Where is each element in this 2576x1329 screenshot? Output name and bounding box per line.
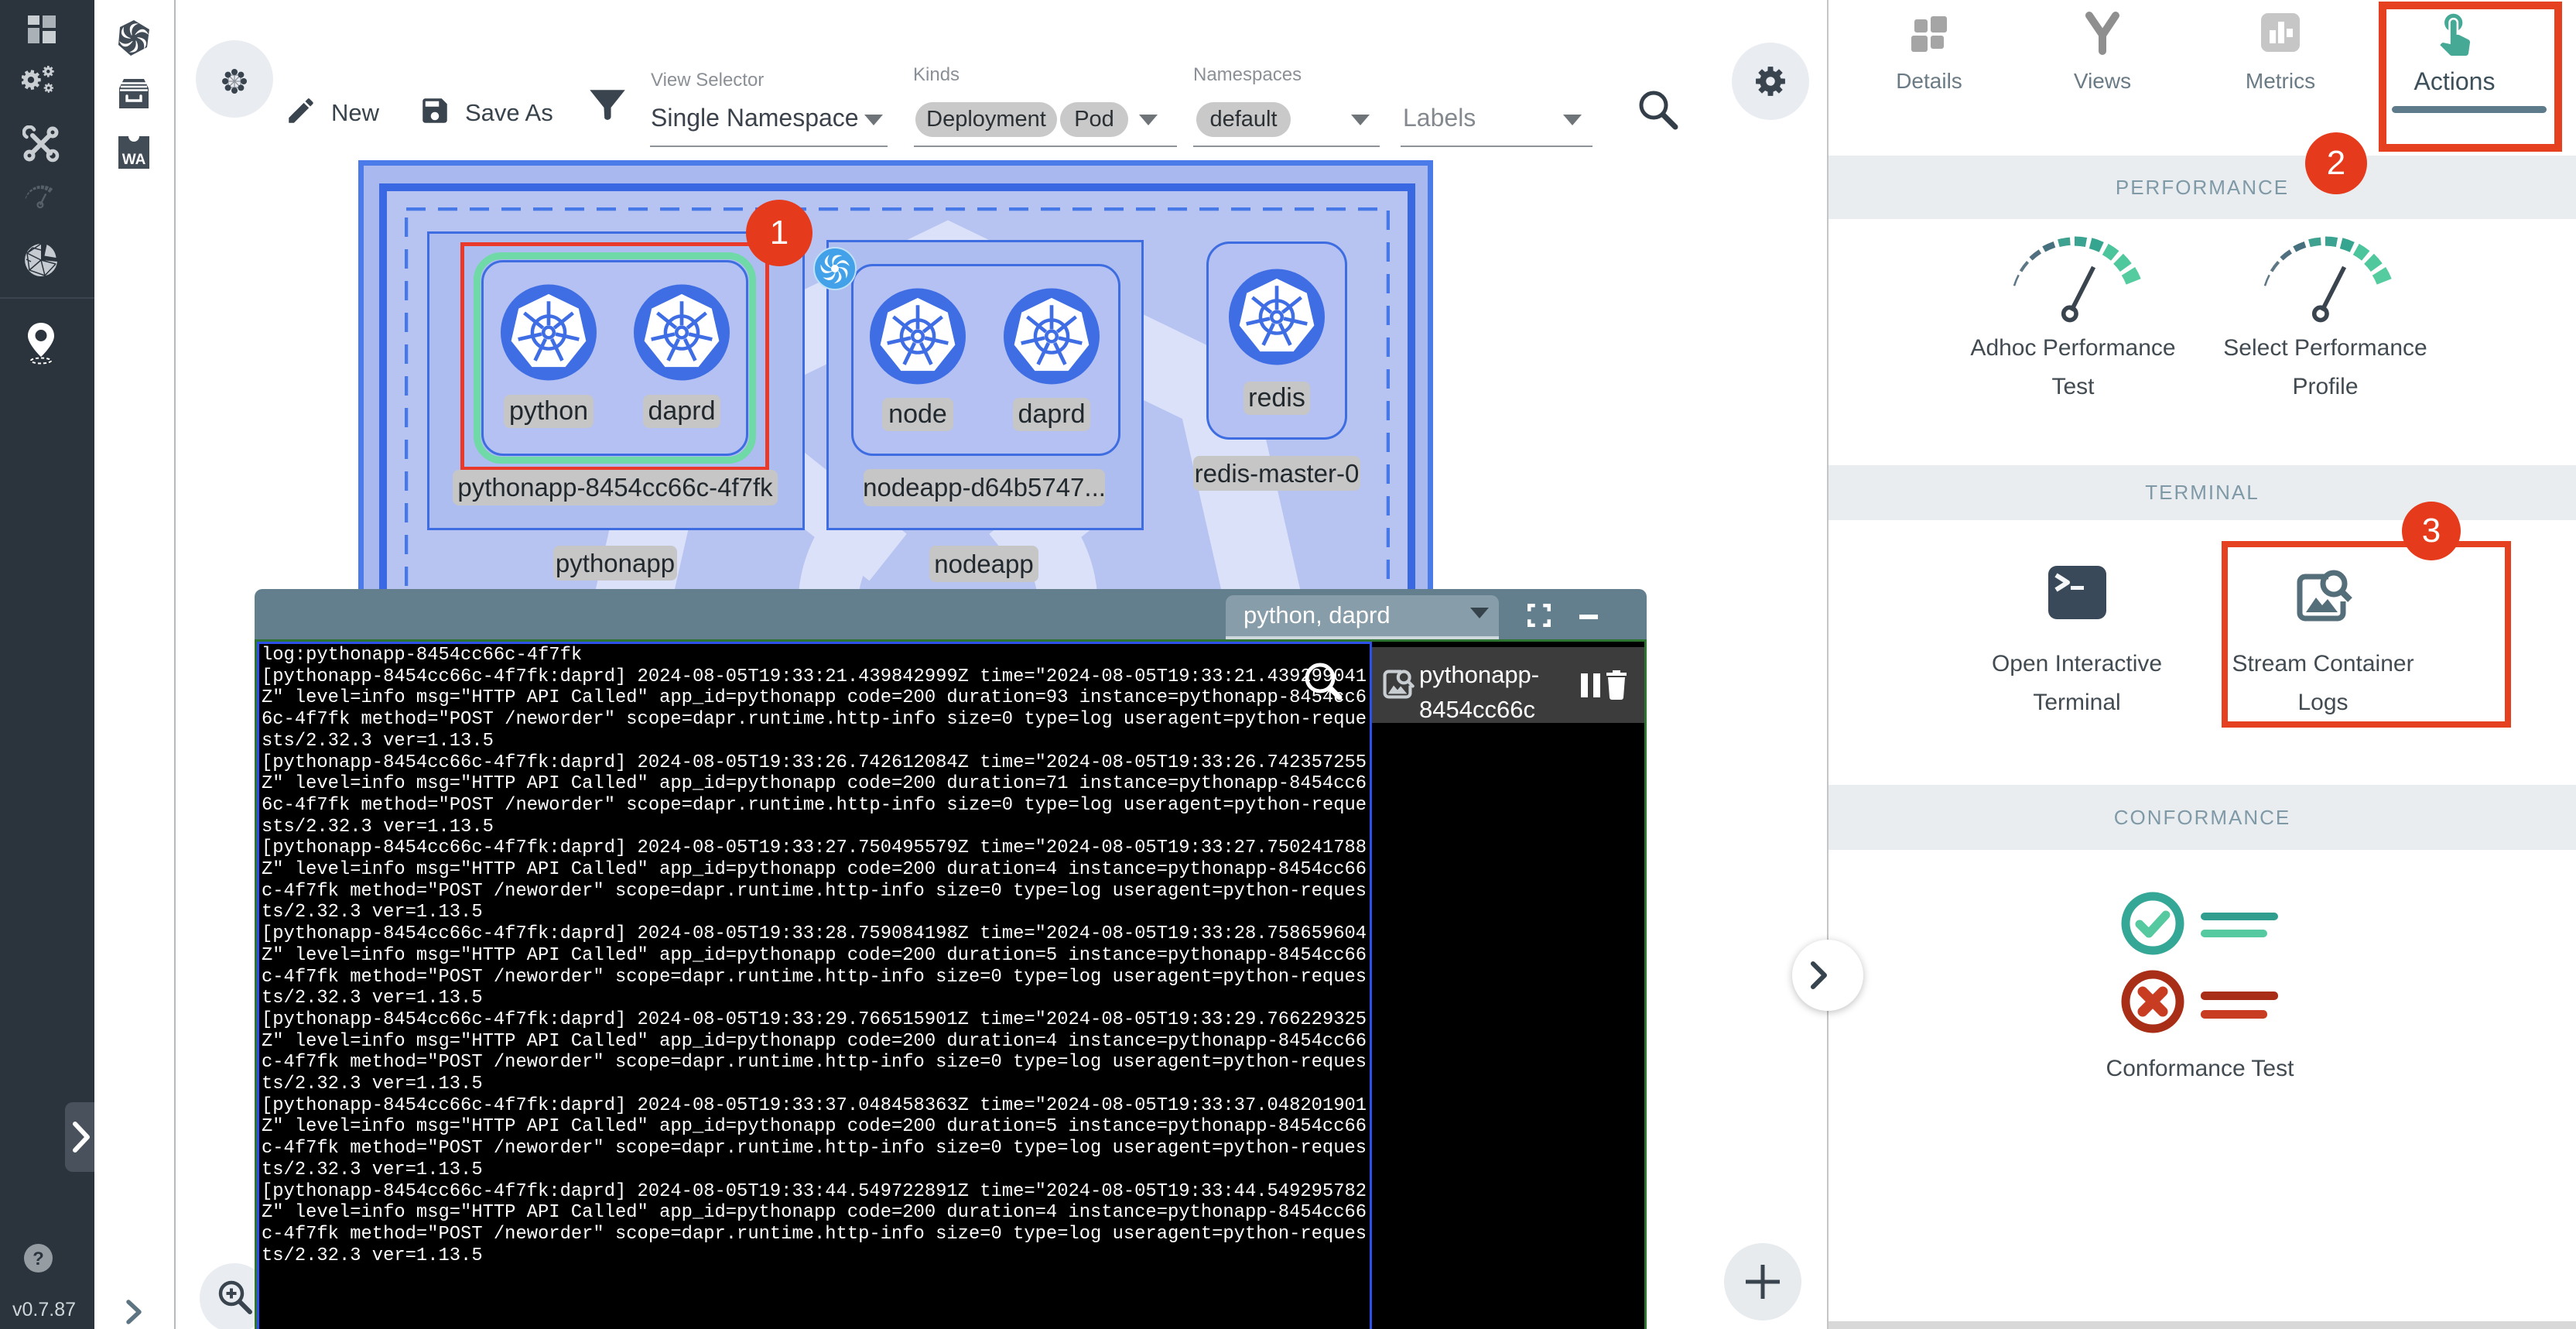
svg-text:?: ? (32, 1249, 44, 1269)
